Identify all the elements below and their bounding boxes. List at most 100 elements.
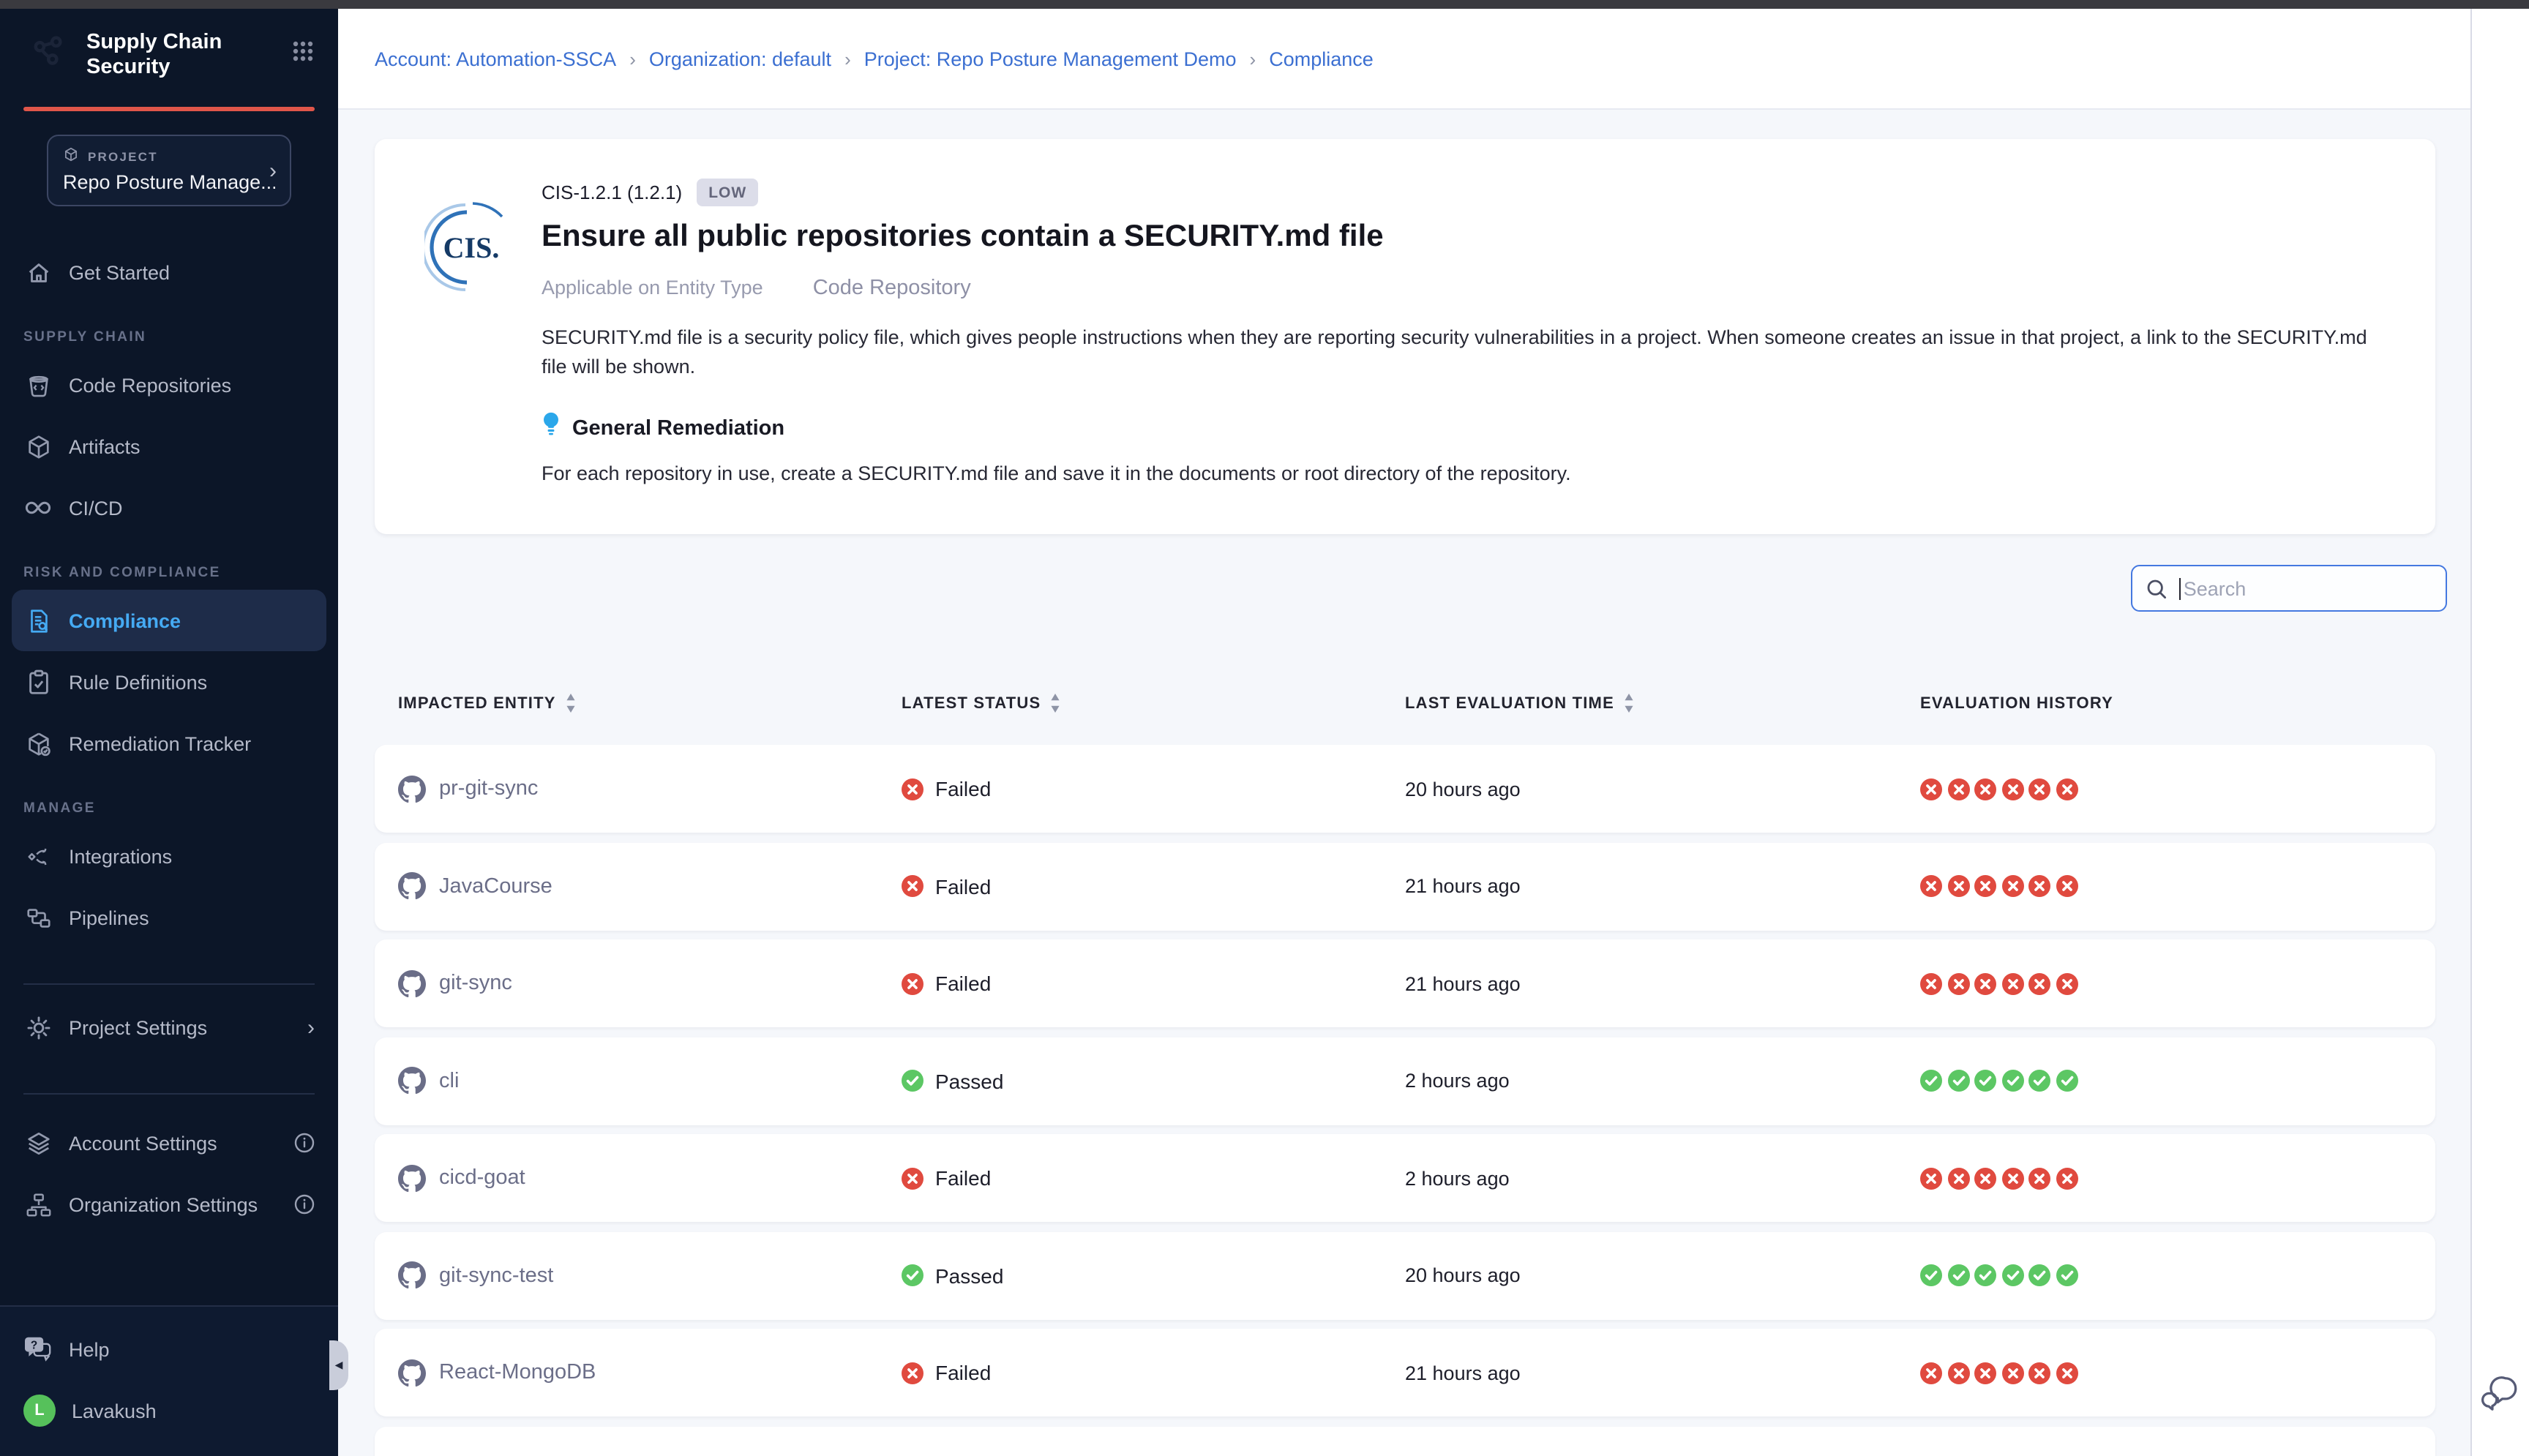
column-header-impacted-entity[interactable]: IMPACTED ENTITY [375, 694, 902, 713]
rule-id: CIS-1.2.1 (1.2.1) [542, 181, 682, 203]
sidebar-item-rule-definitions[interactable]: Rule Definitions [0, 651, 338, 713]
column-header-label: EVALUATION HISTORY [1920, 694, 2113, 712]
sidebar-item-project-settings[interactable]: Project Settings › [0, 997, 338, 1058]
search-input[interactable] [2182, 576, 2432, 601]
evaluation-history [1908, 875, 2435, 897]
search-box[interactable] [2131, 565, 2447, 612]
table-row[interactable]: React-MongoDB Failed 21 hours ago [375, 1329, 2435, 1416]
chat-support-icon[interactable] [2479, 1374, 2519, 1419]
table-row[interactable]: git-sync Failed 21 hours ago [375, 939, 2435, 1027]
project-label: PROJECT [88, 149, 158, 163]
user-name: Lavakush [72, 1400, 157, 1422]
x-circle-icon [1974, 875, 1996, 897]
sidebar-footer: ? Help L Lavakush [0, 1305, 338, 1456]
user-menu[interactable]: L Lavakush [0, 1380, 338, 1441]
project-selector[interactable]: PROJECT Repo Posture Manage... › [47, 135, 291, 206]
x-circle-icon [2001, 972, 2023, 994]
entity-name[interactable]: cli [439, 1069, 459, 1092]
x-circle-icon [2001, 875, 2023, 897]
table-row[interactable] [375, 1426, 2435, 1456]
breadcrumb-project[interactable]: Project: Repo Posture Management Demo [864, 48, 1237, 70]
project-cube-icon [63, 146, 79, 165]
module-grid-icon[interactable] [291, 28, 315, 70]
infinity-icon [23, 493, 53, 522]
compliance-document-icon [23, 606, 53, 635]
breadcrumb-organization[interactable]: Organization: default [649, 48, 831, 70]
status-label: Passed [935, 1069, 1003, 1092]
x-circle-icon [1920, 1167, 1942, 1189]
github-icon [398, 1164, 426, 1192]
last-evaluation-time: 21 hours ago [1405, 972, 1908, 994]
check-circle-icon [2056, 1070, 2077, 1092]
browser-top-strip [0, 0, 2529, 9]
evaluation-history [1908, 972, 2435, 994]
evaluation-history [1908, 1362, 2435, 1384]
check-circle-icon [1920, 1070, 1942, 1092]
table-row[interactable]: cicd-goat Failed 2 hours ago [375, 1134, 2435, 1222]
impacted-entities-table: IMPACTED ENTITYLATEST STATUS LAST EVALUAT… [375, 694, 2435, 1456]
info-icon[interactable] [294, 1194, 315, 1215]
entity-name[interactable]: git-sync-test [439, 1264, 553, 1287]
status-label: Failed [935, 777, 991, 800]
table-row[interactable]: cli Passed 2 hours ago [375, 1037, 2435, 1125]
chevron-right-icon: › [269, 158, 277, 183]
sidebar-item-organization-settings[interactable]: Organization Settings [0, 1174, 338, 1235]
rule-title: Ensure all public repositories contain a… [542, 219, 2386, 255]
sidebar-item-get-started[interactable]: Get Started [0, 241, 338, 303]
home-icon [23, 258, 53, 287]
x-circle-icon [1920, 778, 1942, 800]
sidebar-item-account-settings[interactable]: Account Settings [0, 1112, 338, 1174]
entity-name[interactable]: git-sync [439, 972, 512, 995]
sidebar-item-help[interactable]: ? Help [0, 1318, 338, 1380]
severity-badge: LOW [697, 179, 758, 206]
applicable-label: Applicable on Entity Type [542, 277, 763, 299]
x-circle-icon [1947, 875, 1969, 897]
x-circle-icon [1947, 1167, 1969, 1189]
check-circle-icon [1974, 1070, 1996, 1092]
sidebar-item-compliance[interactable]: Compliance [12, 590, 326, 651]
column-header-latest-status[interactable]: LATEST STATUS [902, 694, 1405, 713]
sidebar-item-integrations[interactable]: Integrations [0, 825, 338, 887]
breadcrumb-separator: › [629, 48, 636, 70]
brand-accent-line [23, 107, 315, 111]
sidebar-item-remediation-tracker[interactable]: Remediation Tracker [0, 713, 338, 774]
last-evaluation-time: 2 hours ago [1405, 1070, 1908, 1092]
check-circle-icon [2001, 1264, 2023, 1286]
sort-icon[interactable] [1623, 694, 1635, 713]
sidebar-item-pipelines[interactable]: Pipelines [0, 887, 338, 948]
sidebar-item-artifacts[interactable]: Artifacts [0, 416, 338, 477]
entity-name[interactable]: cicd-goat [439, 1166, 525, 1190]
column-header-label: LATEST STATUS [902, 694, 1041, 712]
table-header-row: IMPACTED ENTITYLATEST STATUS LAST EVALUAT… [375, 694, 2435, 713]
evaluation-history [1908, 1264, 2435, 1286]
integrations-icon [23, 841, 53, 871]
sidebar-item-cicd[interactable]: CI/CD [0, 477, 338, 539]
column-header-last-evaluation-time[interactable]: LAST EVALUATION TIME [1405, 694, 1908, 713]
x-circle-icon [2028, 972, 2050, 994]
info-icon[interactable] [294, 1133, 315, 1153]
svg-text:CIS.: CIS. [443, 231, 500, 264]
table-row[interactable]: pr-git-sync Failed 20 hours ago [375, 745, 2435, 833]
remediation-title: General Remediation [572, 416, 784, 440]
x-circle-icon [2056, 1167, 2077, 1189]
entity-name[interactable]: JavaCourse [439, 874, 552, 898]
search-icon [2146, 577, 2168, 599]
entity-name[interactable]: React-MongoDB [439, 1361, 596, 1384]
sidebar-item-code-repositories[interactable]: Code Repositories [0, 354, 338, 416]
github-icon [398, 775, 426, 803]
breadcrumb-account[interactable]: Account: Automation-SSCA [375, 48, 616, 70]
right-rail [2470, 9, 2529, 1456]
divider [23, 983, 315, 985]
section-risk-and-compliance: RISK AND COMPLIANCE [0, 565, 338, 581]
table-row[interactable]: JavaCourse Failed 21 hours ago [375, 842, 2435, 930]
sort-icon[interactable] [1049, 694, 1061, 713]
passed-status-icon [902, 1070, 923, 1092]
entity-name[interactable]: pr-git-sync [439, 777, 538, 800]
sort-icon[interactable] [565, 694, 577, 713]
layers-gear-icon [23, 1128, 53, 1157]
x-circle-icon [2028, 1362, 2050, 1384]
rule-description: SECURITY.md file is a security policy fi… [542, 323, 2386, 380]
table-row[interactable]: git-sync-test Passed 20 hours ago [375, 1231, 2435, 1319]
breadcrumb-compliance[interactable]: Compliance [1269, 48, 1374, 70]
sidebar-collapse-handle[interactable]: ◀ [329, 1340, 348, 1390]
